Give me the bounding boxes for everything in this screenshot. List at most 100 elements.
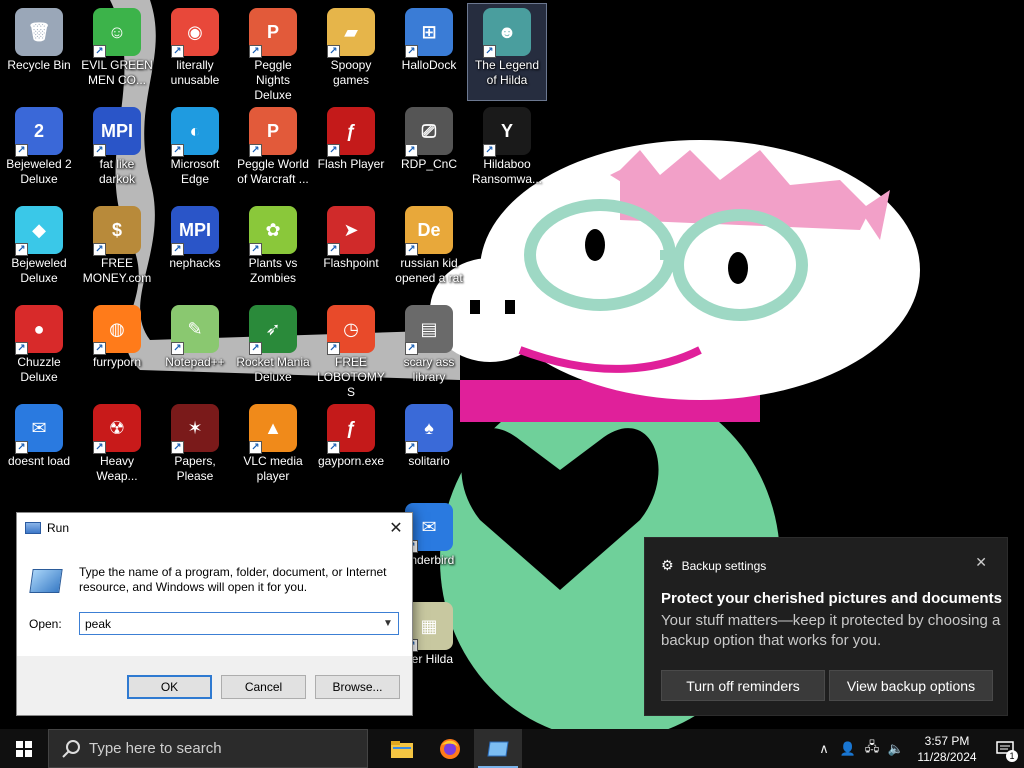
desktop-icon-label: Heavy Weap... bbox=[96, 454, 138, 483]
ok-button[interactable]: OK bbox=[127, 675, 212, 699]
backup-notification[interactable]: ⚙ Backup settings ✕ Protect your cherish… bbox=[644, 537, 1008, 716]
desktop-icon[interactable]: ✎ ↗ Notepad++ bbox=[156, 301, 234, 397]
desktop-icon[interactable]: ▲ ↗ VLC media player bbox=[234, 400, 312, 496]
firefox-icon: ◍ ↗ bbox=[93, 305, 141, 355]
desktop-icon[interactable]: ◆ ↗ Bejeweled Deluxe bbox=[0, 202, 78, 298]
desktop-icon[interactable]: 🗑 Recycle Bin bbox=[0, 4, 78, 100]
desktop-icon[interactable]: P ↗ Peggle Nights Deluxe bbox=[234, 4, 312, 102]
desktop-icon[interactable]: ⎚ ↗ RDP_CnC bbox=[390, 103, 468, 199]
clock-date: 11/28/2024 bbox=[917, 749, 977, 764]
gear-icon: ⚙ bbox=[661, 557, 674, 573]
notification-count-badge: 1 bbox=[1006, 750, 1018, 762]
desktop-icon[interactable]: ♠ ↗ solitario bbox=[390, 400, 468, 496]
desktop-icon-label: Plants vs Zombies bbox=[248, 256, 298, 285]
edge-icon: ◐ ↗ bbox=[171, 107, 219, 157]
desktop-icon[interactable]: ◉ ↗ literally unusable bbox=[156, 4, 234, 100]
close-icon[interactable]: ✕ bbox=[380, 513, 412, 543]
volume-icon[interactable]: 🔈 bbox=[884, 741, 908, 757]
desktop-icon[interactable]: MPI ↗ nephacks bbox=[156, 202, 234, 298]
desktop-icon-label: HalloDock bbox=[401, 58, 457, 72]
desktop-icon-label: scary ass library bbox=[403, 355, 455, 384]
desktop-icon[interactable]: ƒ ↗ gayporn.exe bbox=[312, 400, 390, 496]
desktop-icon[interactable]: ● ↗ Chuzzle Deluxe bbox=[0, 301, 78, 397]
shortcut-arrow-icon: ↗ bbox=[93, 441, 106, 454]
desktop-icon[interactable]: ☢ ↗ Heavy Weap... bbox=[78, 400, 156, 496]
desktop-icon[interactable]: ⊞ ↗ HalloDock bbox=[390, 4, 468, 100]
windows-logo-icon bbox=[16, 740, 32, 757]
chevron-down-icon[interactable]: ▼ bbox=[378, 618, 398, 629]
rocket-icon: ➶ ↗ bbox=[249, 305, 297, 355]
desktop-icon[interactable]: ✶ ↗ Papers, Please bbox=[156, 400, 234, 496]
desktop-icon[interactable]: ◍ ↗ furryporn bbox=[78, 301, 156, 397]
shortcut-arrow-icon: ↗ bbox=[15, 441, 28, 454]
flower-icon: ✿ ↗ bbox=[249, 206, 297, 256]
desktop-icon[interactable]: ➤ ↗ Flashpoint bbox=[312, 202, 390, 298]
cards-icon: ♠ ↗ bbox=[405, 404, 453, 454]
desktop-icon[interactable]: P ↗ Peggle World of Warcraft ... bbox=[234, 103, 312, 199]
view-backup-options-button[interactable]: View backup options bbox=[829, 670, 993, 701]
desktop-icon-label: Spoopy games bbox=[330, 58, 372, 87]
peggle-icon: P ↗ bbox=[249, 107, 297, 157]
desktop-icon-label: Notepad++ bbox=[165, 355, 225, 369]
desktop-icon[interactable]: ƒ ↗ Flash Player bbox=[312, 103, 390, 199]
desktop-icon-label: Flashpoint bbox=[323, 256, 379, 270]
taskbar-file-explorer[interactable] bbox=[378, 729, 426, 768]
windows-shield-icon: ⊞ ↗ bbox=[405, 8, 453, 58]
desktop-icon[interactable]: ◐ ↗ Microsoft Edge bbox=[156, 103, 234, 199]
close-icon[interactable]: ✕ bbox=[975, 554, 987, 571]
desktop-icon[interactable]: 2 ↗ Bejeweled 2 Deluxe bbox=[0, 103, 78, 199]
shortcut-arrow-icon: ↗ bbox=[405, 441, 418, 454]
shortcut-arrow-icon: ↗ bbox=[15, 243, 28, 256]
shortcut-arrow-icon: ↗ bbox=[171, 144, 184, 157]
shortcut-arrow-icon: ↗ bbox=[15, 144, 28, 157]
network-icon[interactable]: 🖧 bbox=[860, 738, 884, 760]
user-icon[interactable]: 👤 bbox=[836, 741, 860, 757]
desktop-icon[interactable]: Y ↗ Hildaboo Ransomwa... bbox=[468, 103, 546, 199]
run-icon bbox=[25, 522, 41, 534]
shortcut-arrow-icon: ↗ bbox=[15, 342, 28, 355]
desktop-icon-label: FREE LOBOTOMYS bbox=[317, 355, 385, 399]
open-input[interactable] bbox=[80, 616, 378, 631]
desktop-icon[interactable]: MPI ↗ fat like darkok bbox=[78, 103, 156, 199]
open-combobox[interactable]: ▼ bbox=[79, 612, 399, 635]
clock-icon: ◷ ↗ bbox=[327, 305, 375, 355]
browse-button[interactable]: Browse... bbox=[315, 675, 400, 699]
desktop-icon[interactable]: ➶ ↗ Rocket Mania Deluxe bbox=[234, 301, 312, 397]
desktop-icon-label: EVIL GREEN MEN CO... bbox=[81, 58, 153, 87]
chevron-up-icon[interactable]: ∧ bbox=[812, 741, 836, 757]
chrome-icon: ◉ ↗ bbox=[171, 8, 219, 58]
firefox-icon bbox=[440, 738, 460, 759]
desktop-icon[interactable]: ☺ ↗ EVIL GREEN MEN CO... bbox=[78, 4, 156, 100]
mpi-icon: MPI ↗ bbox=[171, 206, 219, 256]
taskbar-search[interactable]: Type here to search bbox=[48, 729, 368, 768]
taskbar-firefox[interactable] bbox=[426, 729, 474, 768]
desktop-icon[interactable]: ✿ ↗ Plants vs Zombies bbox=[234, 202, 312, 298]
run-titlebar[interactable]: Run bbox=[17, 513, 412, 543]
start-button[interactable] bbox=[0, 729, 48, 768]
notification-body: Your stuff matters—keep it protected by … bbox=[661, 612, 1001, 649]
desktop-icon-label: Papers, Please bbox=[174, 454, 216, 483]
action-center-button[interactable]: 1 bbox=[986, 729, 1024, 768]
turn-off-reminders-button[interactable]: Turn off reminders bbox=[661, 670, 825, 701]
papers-icon: ✶ ↗ bbox=[171, 404, 219, 454]
desktop-icon[interactable]: ✉ ↗ doesnt load bbox=[0, 400, 78, 496]
taskbar: Type here to search ∧ 👤 🖧 🔈 3:57 PM 11/2… bbox=[0, 729, 1024, 768]
clock-time: 3:57 PM bbox=[924, 733, 970, 748]
taskbar-run[interactable] bbox=[474, 729, 522, 768]
clock[interactable]: 3:57 PM 11/28/2024 bbox=[908, 733, 986, 765]
desktop-icon[interactable]: $ ↗ FREE MONEY.com bbox=[78, 202, 156, 298]
shortcut-arrow-icon: ↗ bbox=[405, 243, 418, 256]
cancel-button[interactable]: Cancel bbox=[221, 675, 306, 699]
desktop-icon[interactable]: ◷ ↗ FREE LOBOTOMYS bbox=[312, 301, 390, 399]
desktop-icon-label: gayporn.exe bbox=[317, 454, 385, 468]
system-tray: ∧ 👤 🖧 🔈 3:57 PM 11/28/2024 1 bbox=[812, 729, 1024, 768]
desktop-icon[interactable]: ▤ ↗ scary ass library bbox=[390, 301, 468, 397]
desktop-icon[interactable]: De ↗ russian kid opened a rat bbox=[390, 202, 468, 298]
desktop-icon-label: doesnt load bbox=[7, 454, 71, 468]
desktop-icon-label: nephacks bbox=[169, 256, 221, 270]
desktop-icon[interactable]: ☻ ↗ The Legend of Hilda bbox=[467, 3, 547, 101]
desktop-icon[interactable]: ▰ ↗ Spoopy games bbox=[312, 4, 390, 100]
shortcut-arrow-icon: ↗ bbox=[327, 342, 340, 355]
shortcut-arrow-icon: ↗ bbox=[483, 144, 496, 157]
desktop-icon-label: RDP_CnC bbox=[400, 157, 457, 171]
